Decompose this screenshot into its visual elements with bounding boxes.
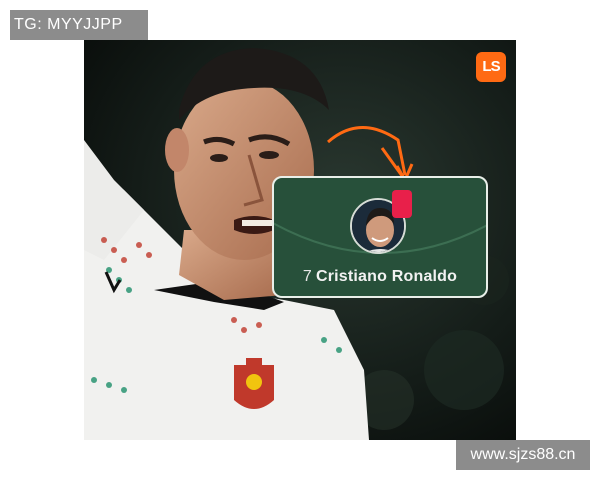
portugal-crest-icon	[234, 358, 274, 409]
player-card: 7 Cristiano Ronaldo	[272, 176, 488, 298]
red-card-icon	[392, 190, 412, 218]
player-name-label: 7 Cristiano Ronaldo	[274, 268, 486, 286]
watermark-top: TG: MYYJJPP	[10, 10, 148, 40]
player-number: 7	[302, 268, 312, 285]
player-name: Cristiano Ronaldo	[315, 268, 458, 285]
watermark-bottom: www.sjzs88.cn	[456, 440, 590, 470]
livescore-logo: LS	[476, 52, 506, 82]
